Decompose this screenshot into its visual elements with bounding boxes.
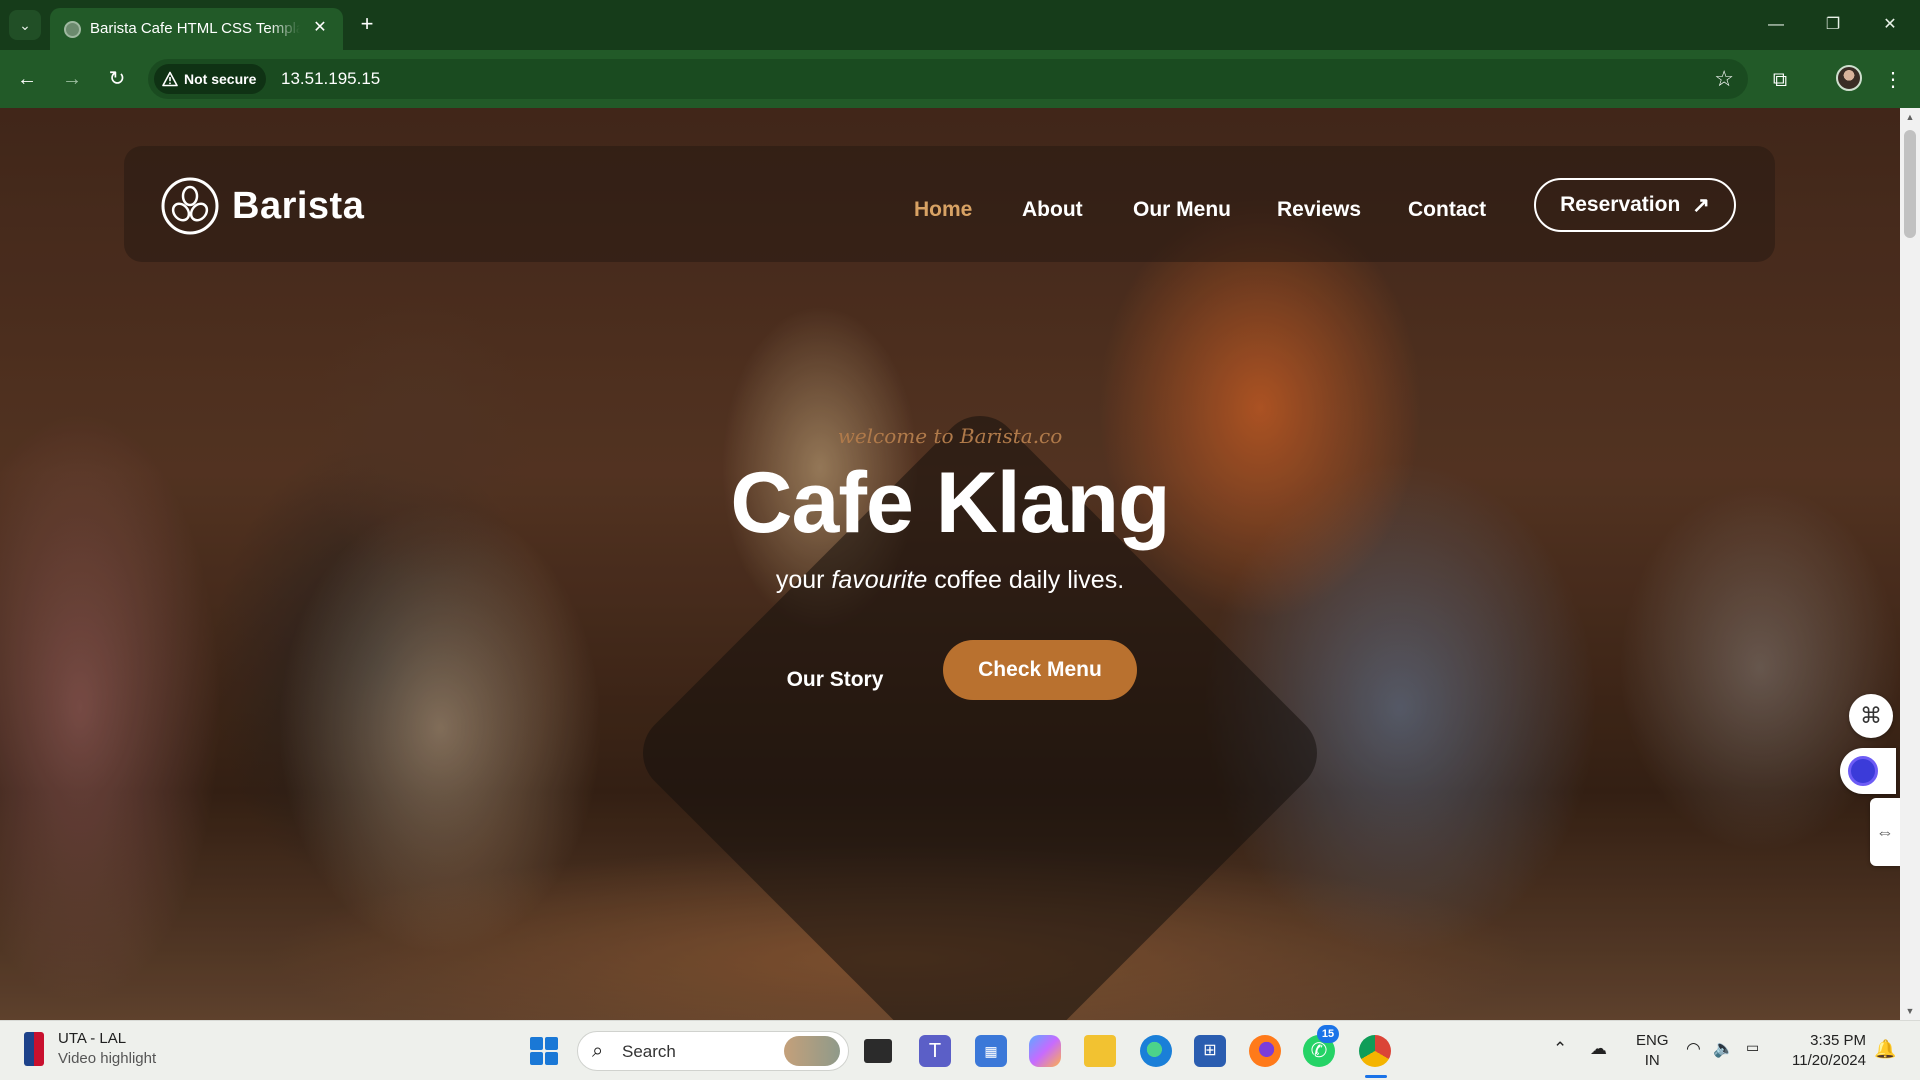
scroll-down-icon[interactable]: ▼ [1905,1006,1915,1016]
security-chip[interactable]: Not secure [154,64,267,94]
new-tab-button[interactable]: + [354,12,380,38]
profile-avatar[interactable] [1836,65,1862,91]
volume-icon[interactable]: 🔈 [1713,1039,1734,1059]
nav-our-menu[interactable]: Our Menu [1133,198,1231,222]
hero-subtitle: your favourite coffee daily lives. [560,566,1340,595]
tab-close-icon[interactable]: ✕ [309,17,331,39]
battery-icon[interactable]: ▭ [1746,1039,1759,1056]
taskbar-search[interactable]: ⌕ Search [577,1031,849,1071]
hero-subtitle-end: coffee daily lives. [927,566,1125,594]
onedrive-cloud-icon[interactable]: ☁ [1590,1039,1607,1059]
nba-logo-icon [24,1032,44,1066]
url-text[interactable]: 13.51.195.15 [281,69,380,89]
clock-time: 3:35 PM [1810,1032,1866,1049]
coffee-beans-logo-icon [161,177,219,235]
file-explorer-icon[interactable] [1084,1035,1116,1067]
chrome-active-indicator [1365,1075,1387,1078]
bookmark-star-icon[interactable]: ☆ [1714,66,1734,92]
extensions-puzzle-icon[interactable]: ⧉ [1766,66,1794,94]
forward-arrow-icon[interactable]: → [59,66,85,92]
notification-bell-icon[interactable]: 🔔 [1874,1039,1896,1060]
browser-tabstrip: ⌄ Barista Cafe HTML CSS Template ✕ + — ❐… [0,0,1920,50]
hero-subtitle-emphasis: favourite [831,566,928,594]
warning-triangle-icon [162,71,178,87]
scroll-up-icon[interactable]: ▲ [1905,112,1915,122]
nav-contact[interactable]: Contact [1408,198,1486,222]
chrome-icon[interactable] [1359,1035,1391,1067]
nav-home[interactable]: Home [914,198,972,222]
browser-toolbar: ← → ↻ Not secure 13.51.195.15 ☆ ⧉ ⋮ [0,50,1920,108]
address-bar[interactable]: Not secure 13.51.195.15 ☆ [148,59,1748,99]
tab-title: Barista Cafe HTML CSS Template [90,20,300,37]
language-indicator[interactable]: ENG IN [1636,1031,1669,1071]
reservation-label: Reservation [1560,193,1681,216]
window-close-icon[interactable]: ✕ [1870,12,1910,38]
arrow-up-right-icon: ↗ [1692,193,1710,217]
copilot-app-icon[interactable] [1029,1035,1061,1067]
language-code: ENG [1636,1032,1669,1049]
our-story-button[interactable]: Our Story [770,660,900,700]
security-label: Not secure [184,71,257,87]
news-subtitle: Video highlight [58,1050,157,1067]
copilot-icon [1848,756,1878,786]
side-panel-handle-icon[interactable]: ⇔ [1870,798,1900,866]
nav-about[interactable]: About [1022,198,1083,222]
windows-taskbar: UTA - LAL Video highlight ⌕ Search T ▦ ⊞… [0,1020,1920,1080]
check-menu-button[interactable]: Check Menu [943,640,1137,700]
clock[interactable]: 3:35 PM 11/20/2024 [1786,1031,1866,1071]
nav-reviews[interactable]: Reviews [1277,198,1361,222]
calendar-icon[interactable]: ▦ [975,1035,1007,1067]
page-scrollbar[interactable]: ▲ ▼ [1900,108,1920,1020]
task-view-icon[interactable] [864,1039,892,1063]
teams-icon[interactable]: T [919,1035,951,1067]
back-arrow-icon[interactable]: ← [14,66,40,92]
clock-date: 11/20/2024 [1792,1052,1866,1069]
restore-icon[interactable]: ❐ [1813,12,1853,38]
reservation-button[interactable]: Reservation ↗ [1534,178,1736,232]
hero-title: Cafe Klang [730,455,1170,551]
whatsapp-badge: 15 [1317,1025,1339,1043]
news-title: UTA - LAL [58,1030,127,1047]
hero-welcome: welcome to Barista.co [837,424,1063,448]
tab-search-chevron-icon[interactable]: ⌄ [9,10,41,40]
region-code: IN [1644,1052,1660,1069]
reload-icon[interactable]: ↻ [104,66,130,92]
search-icon: ⌕ [592,1040,604,1062]
brand-name: Barista [232,184,365,227]
microsoft-store-icon[interactable]: ⊞ [1194,1035,1226,1067]
hero-subtitle-start: your [775,566,832,594]
page-viewport: Barista Home About Our Menu Reviews Cont… [0,108,1900,1020]
search-highlight-image [784,1036,840,1066]
windows-start-icon[interactable] [530,1037,558,1065]
copilot-sidebar-button[interactable] [1840,748,1896,794]
taskbar-search-placeholder: Search [622,1042,676,1061]
tab-favicon-icon [64,21,81,38]
scroll-thumb[interactable] [1904,130,1916,238]
wifi-icon[interactable]: ◠ [1686,1039,1701,1059]
brand[interactable]: Barista [160,176,364,236]
browser-tab-active[interactable]: Barista Cafe HTML CSS Template ✕ [50,8,343,50]
firefox-icon[interactable] [1249,1035,1281,1067]
minimize-icon[interactable]: — [1756,12,1796,38]
news-widget[interactable]: UTA - LAL Video highlight [24,1029,156,1069]
menu-kebab-icon[interactable]: ⋮ [1879,66,1907,94]
edge-icon[interactable] [1140,1035,1172,1067]
command-shortcut-icon[interactable]: ⌘ [1849,694,1893,738]
tray-overflow-chevron-icon[interactable]: ⌃ [1553,1039,1567,1059]
